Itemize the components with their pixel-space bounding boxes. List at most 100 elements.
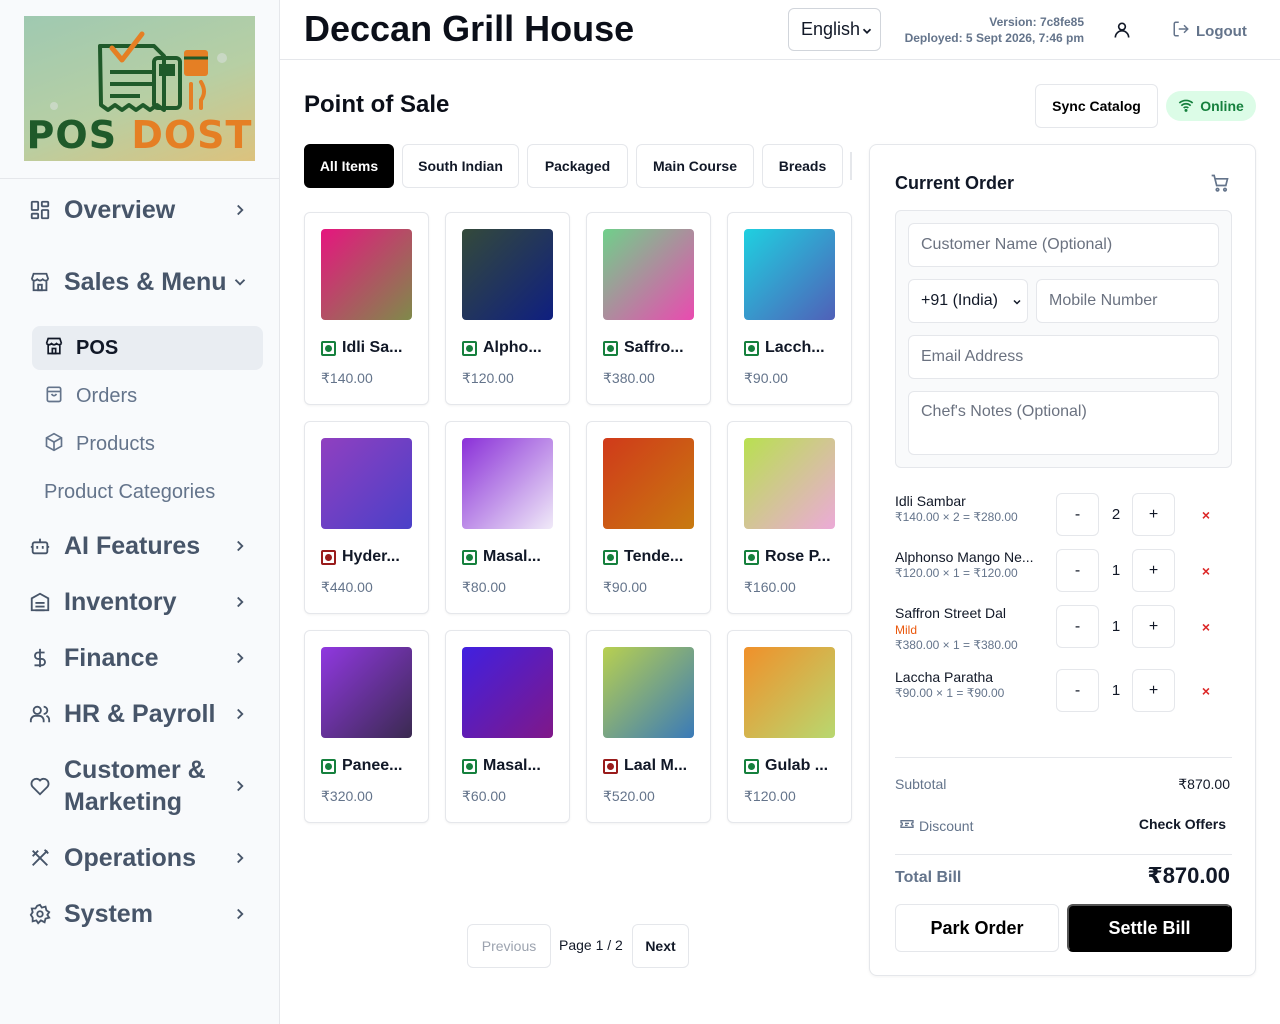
brand-part-pos: POS xyxy=(26,113,118,157)
order-line-item: Idli Sambar ₹140.00 × 2 = ₹280.00-2 + × xyxy=(895,493,1232,536)
sidebar-item-finance[interactable]: Finance xyxy=(28,642,250,674)
discount-row: Discount xyxy=(899,816,973,835)
product-image xyxy=(744,438,835,529)
sidebar-item-label: AI Features xyxy=(64,532,201,560)
product-card[interactable]: Gulab ... ₹120.00 xyxy=(727,630,852,823)
veg-indicator-icon xyxy=(603,340,618,356)
product-image xyxy=(462,438,553,529)
sidebar-item-overview[interactable]: Overview xyxy=(28,194,250,226)
sidebar-item-inventory[interactable]: Inventory xyxy=(28,586,250,618)
product-name: Idli Sa... xyxy=(342,339,403,356)
product-name: Masal... xyxy=(483,757,541,774)
country-code-select[interactable]: +91 (India) xyxy=(908,279,1028,323)
product-card[interactable]: Saffro... ₹380.00 xyxy=(586,212,711,405)
sidebar-item-ai-features[interactable]: AI Features xyxy=(28,530,250,562)
settle-bill-button[interactable]: Settle Bill xyxy=(1067,904,1232,952)
sync-catalog-button[interactable]: Sync Catalog xyxy=(1035,84,1158,128)
remove-item-button[interactable]: × xyxy=(1196,669,1216,712)
increase-quantity-button[interactable]: + xyxy=(1132,605,1175,648)
previous-page-button[interactable]: Previous xyxy=(467,924,551,968)
status-label: Online xyxy=(1200,98,1244,114)
tab-breads[interactable]: Breads xyxy=(762,144,843,188)
country-code-value: +91 (India) xyxy=(921,292,998,309)
remove-item-button[interactable]: × xyxy=(1196,493,1216,536)
divider xyxy=(895,757,1232,758)
sidebar-item-operations[interactable]: Operations xyxy=(28,842,250,874)
decrease-quantity-button[interactable]: - xyxy=(1056,669,1099,712)
product-card[interactable]: Laal M... ₹520.00 xyxy=(586,630,711,823)
decrease-quantity-button[interactable]: - xyxy=(1056,605,1099,648)
product-name: Laal M... xyxy=(624,757,688,774)
deployed-text: Deployed: 5 Sept 2026, 7:46 pm xyxy=(904,31,1084,45)
sidebar-item-pos[interactable]: POS xyxy=(32,326,263,370)
product-name-row: Masal... xyxy=(462,757,558,775)
sidebar-item-products[interactable]: Products xyxy=(32,422,263,466)
user-profile-button[interactable] xyxy=(1112,20,1132,45)
tab-packaged[interactable]: Packaged xyxy=(527,144,628,188)
tab-all-items[interactable]: All Items xyxy=(304,144,394,188)
product-card[interactable]: Lacch... ₹90.00 xyxy=(727,212,852,405)
decrease-quantity-button[interactable]: - xyxy=(1056,493,1099,536)
product-price: ₹90.00 xyxy=(603,579,647,595)
restaurant-title: Deccan Grill House xyxy=(304,8,635,49)
product-card[interactable]: Tende... ₹90.00 xyxy=(586,421,711,614)
remove-item-button[interactable]: × xyxy=(1196,549,1216,592)
product-image xyxy=(321,438,412,529)
tab-south-indian[interactable]: South Indian xyxy=(402,144,519,188)
language-value: English xyxy=(801,19,861,39)
customer-name-field[interactable]: Customer Name (Optional) xyxy=(908,223,1219,267)
chevron-down-icon xyxy=(1011,295,1023,313)
sidebar-item-customer-marketing[interactable]: Customer & Marketing xyxy=(28,754,250,818)
increase-quantity-button[interactable]: + xyxy=(1132,549,1175,592)
bot-icon xyxy=(28,534,52,558)
product-name: Tende... xyxy=(624,548,684,565)
chef-notes-field[interactable]: Chef's Notes (Optional) xyxy=(908,391,1219,455)
sidebar-item-sales-menu[interactable]: Sales & Menu xyxy=(28,250,250,314)
product-card[interactable]: Idli Sa... ₹140.00 xyxy=(304,212,429,405)
increase-quantity-button[interactable]: + xyxy=(1132,493,1175,536)
product-price: ₹140.00 xyxy=(321,370,373,386)
non-veg-indicator-icon xyxy=(603,758,618,774)
product-card[interactable]: Rose P... ₹160.00 xyxy=(727,421,852,614)
bag-icon xyxy=(44,384,64,409)
chevron-right-icon xyxy=(230,648,250,668)
order-line-name: Alphonso Mango Ne... xyxy=(895,549,1034,565)
product-card[interactable]: Alpho... ₹120.00 xyxy=(445,212,570,405)
sidebar-item-system[interactable]: System xyxy=(28,898,250,930)
product-card[interactable]: Masal... ₹80.00 xyxy=(445,421,570,614)
product-name: Masal... xyxy=(483,548,541,565)
chevron-right-icon xyxy=(230,904,250,924)
increase-quantity-button[interactable]: + xyxy=(1132,669,1175,712)
users-icon xyxy=(28,702,52,726)
sidebar-item-label: POS xyxy=(76,336,119,359)
sidebar-item-orders[interactable]: Orders xyxy=(32,374,263,418)
tab-main-course[interactable]: Main Course xyxy=(636,144,754,188)
language-select[interactable]: English xyxy=(788,8,881,51)
status-badge: Online xyxy=(1166,91,1256,121)
chevron-right-icon xyxy=(230,776,250,796)
product-card[interactable]: Masal... ₹60.00 xyxy=(445,630,570,823)
email-field[interactable]: Email Address xyxy=(908,335,1219,379)
sidebar-item-hr-payroll[interactable]: HR & Payroll xyxy=(28,698,250,730)
next-page-button[interactable]: Next xyxy=(632,924,689,968)
decrease-quantity-button[interactable]: - xyxy=(1056,549,1099,592)
product-price: ₹520.00 xyxy=(603,788,655,804)
park-order-button[interactable]: Park Order xyxy=(895,904,1059,952)
divider xyxy=(895,854,1232,855)
mobile-number-field[interactable]: Mobile Number xyxy=(1036,279,1219,323)
product-image xyxy=(603,647,694,738)
product-card[interactable]: Hyder... ₹440.00 xyxy=(304,421,429,614)
order-line-name: Laccha Paratha xyxy=(895,669,994,685)
sidebar-item-product-categories[interactable]: Product Categories xyxy=(32,470,263,514)
current-order-panel: Current Order Customer Name (Optional) +… xyxy=(869,144,1256,976)
user-icon xyxy=(1112,22,1132,44)
product-card[interactable]: Panee... ₹320.00 xyxy=(304,630,429,823)
check-offers-button[interactable]: Check Offers xyxy=(1139,816,1226,832)
customer-details-box: Customer Name (Optional) +91 (India) Mob… xyxy=(895,210,1232,468)
sidebar-item-label: HR & Payroll xyxy=(64,700,216,728)
remove-item-button[interactable]: × xyxy=(1196,605,1216,648)
logout-button[interactable]: Logout xyxy=(1172,20,1247,42)
quantity-value: 1 xyxy=(1111,562,1121,579)
veg-indicator-icon xyxy=(744,340,759,356)
product-price: ₹320.00 xyxy=(321,788,373,804)
